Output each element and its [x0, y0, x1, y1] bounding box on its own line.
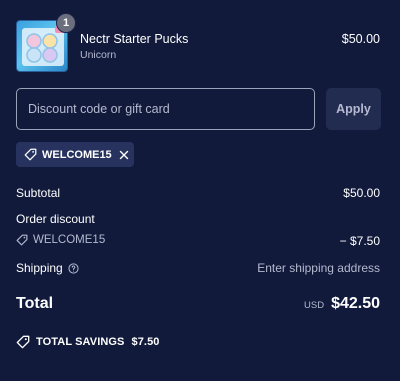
product-variant: Unicorn	[80, 49, 117, 61]
discount-code-input[interactable]	[16, 88, 315, 130]
tag-icon	[16, 335, 36, 349]
order-discount-label: Order discount	[16, 212, 95, 226]
apply-button[interactable]: Apply	[326, 88, 381, 130]
tag-icon	[16, 234, 33, 246]
subtotal-label: Subtotal	[16, 186, 61, 200]
product-price: $50.00	[341, 32, 380, 46]
product-name: Nectr Starter Pucks	[80, 32, 189, 46]
shipping-label: Shipping	[16, 261, 63, 275]
total-savings: TOTAL SAVINGS $7.50	[16, 335, 160, 349]
discount-code-label: WELCOME15	[33, 234, 106, 246]
total-price: USD $42.50	[304, 295, 380, 313]
total-label: Total	[16, 295, 54, 312]
product-thumbnail: 1	[16, 13, 76, 72]
discount-value: − $7.50	[339, 234, 380, 248]
line-item: 1 Nectr Starter Pucks Unicorn $50.00	[16, 13, 380, 73]
shipping-value: Enter shipping address	[257, 261, 380, 275]
applied-discount-code: WELCOME15	[42, 148, 112, 161]
total-amount: $42.50	[331, 295, 380, 312]
info-icon[interactable]	[63, 262, 79, 274]
quantity-badge: 1	[56, 13, 76, 33]
savings-value: $7.50	[131, 336, 160, 348]
order-summary: 1 Nectr Starter Pucks Unicorn $50.00 App…	[0, 0, 400, 381]
currency-code: USD	[304, 300, 325, 311]
subtotal-value: $50.00	[343, 186, 380, 200]
tag-icon	[24, 148, 37, 161]
applied-discount-chip: WELCOME15	[16, 142, 134, 167]
savings-label: TOTAL SAVINGS	[36, 336, 125, 348]
close-icon[interactable]	[119, 150, 129, 160]
